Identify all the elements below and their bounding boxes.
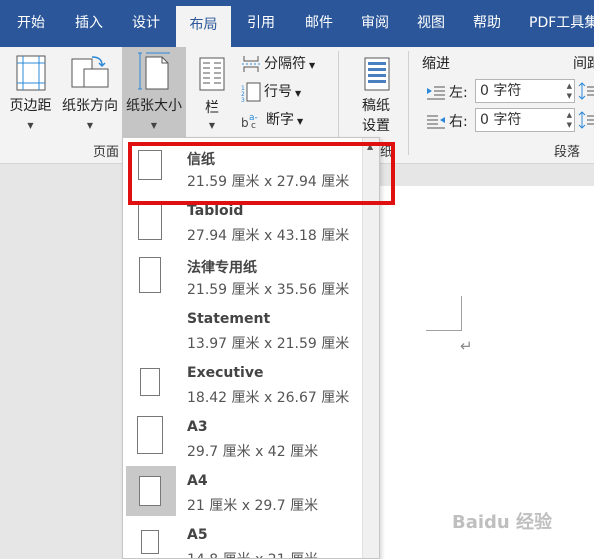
- orientation-button[interactable]: 纸张方向 ▼: [58, 49, 122, 137]
- paper-size-item-a4[interactable]: A4 21 厘米 x 29.7 厘米: [123, 466, 363, 520]
- ribbon-tab-bar: 开始 插入 设计 布局 引用 邮件 审阅 视图 帮助 PDF工具集: [0, 0, 594, 47]
- group-label-page: 页面: [93, 145, 120, 160]
- orientation-icon: [71, 56, 109, 88]
- tab-references[interactable]: 引用: [231, 0, 291, 47]
- paper-size-dimensions: 18.42 厘米 x 26.67 厘米: [187, 390, 350, 406]
- svg-text:c: c: [251, 121, 256, 130]
- right-label-text: 右:: [449, 114, 468, 130]
- chevron-down-icon: ▼: [309, 61, 316, 70]
- paper-size-item-a5[interactable]: A5 14.8 厘米 x 21 厘米: [123, 520, 363, 558]
- margins-icon: [16, 55, 46, 91]
- chevron-down-icon: ▼: [150, 121, 158, 130]
- paper-size-name: A5: [187, 527, 208, 543]
- paper-size-name: A3: [187, 419, 208, 435]
- paper-thumbnail: [138, 202, 162, 240]
- hyphenation-button[interactable]: b a-c 断字 ▼: [241, 109, 303, 130]
- paper-size-item-executive[interactable]: Executive 18.42 厘米 x 26.67 厘米: [123, 358, 363, 412]
- manuscript-icon: [364, 57, 390, 91]
- manuscript-label-2: 设置: [362, 118, 390, 134]
- chevron-down-icon: ▼: [27, 121, 34, 130]
- indent-left-field[interactable]: 0 字符 ▲ ▼: [475, 79, 575, 103]
- manuscript-settings-button[interactable]: 稿纸 设置: [348, 49, 404, 137]
- paper-size-name: A4: [187, 473, 208, 489]
- tab-review[interactable]: 审阅: [347, 0, 403, 47]
- spacing-after-icon: [578, 111, 594, 129]
- line-numbers-label: 行号: [264, 84, 292, 100]
- indent-right-value: 0 字符: [480, 112, 522, 128]
- margin-corner-mark: [461, 296, 462, 331]
- paper-size-dimensions: 14.8 厘米 x 21 厘米: [187, 549, 318, 558]
- margin-corner-mark: [426, 330, 462, 331]
- orientation-label: 纸张方向: [62, 98, 118, 114]
- paper-size-button[interactable]: 纸张大小 ▼: [122, 47, 186, 137]
- paper-size-icon: [138, 52, 170, 90]
- paper-size-dimensions: 13.97 厘米 x 21.59 厘米: [187, 336, 350, 352]
- paper-thumbnail: [141, 530, 159, 554]
- line-numbers-icon: 123: [241, 82, 261, 102]
- tab-insert[interactable]: 插入: [62, 0, 116, 47]
- tab-pdf-tools[interactable]: PDF工具集: [515, 0, 594, 47]
- chevron-down-icon: ▼: [208, 121, 216, 130]
- paper-thumbnail: [137, 416, 163, 454]
- paper-thumbnail: [140, 368, 160, 396]
- highlight-annotation: [128, 142, 395, 205]
- group-divider: [408, 51, 409, 155]
- baidu-watermark: Baidu 经验: [452, 512, 553, 533]
- paper-size-name: Tabloid: [187, 203, 244, 219]
- paper-size-name: Statement: [187, 311, 271, 327]
- tab-view[interactable]: 视图: [403, 0, 459, 47]
- indent-right-icon: [427, 115, 445, 129]
- tab-home[interactable]: 开始: [0, 0, 62, 47]
- indent-title: 缩进: [422, 56, 450, 72]
- paper-size-dimensions: 27.94 厘米 x 43.18 厘米: [187, 228, 350, 244]
- paper-size-dimensions: 21.59 厘米 x 35.56 厘米: [187, 282, 350, 298]
- columns-icon: [199, 57, 225, 91]
- breaks-button[interactable]: 分隔符 ▼: [241, 53, 315, 73]
- indent-left-icon: [427, 86, 445, 100]
- paper-thumbnail: [139, 476, 161, 506]
- paper-size-item-a3[interactable]: A3 29.7 厘米 x 42 厘米: [123, 412, 363, 466]
- line-numbers-button[interactable]: 123 行号 ▼: [241, 81, 301, 102]
- chevron-down-icon: ▼: [86, 121, 94, 130]
- document-page[interactable]: [376, 186, 594, 559]
- spinner-arrows-icon[interactable]: ▲ ▼: [567, 110, 572, 130]
- hyphenation-label: 断字: [266, 112, 294, 128]
- group-label-paragraph: 段落: [554, 145, 581, 160]
- chevron-down-icon: ▼: [297, 117, 304, 126]
- margins-label: 页边距: [9, 98, 52, 114]
- hyphenation-icon: b a-c: [241, 113, 258, 130]
- indent-right-field[interactable]: 0 字符 ▲ ▼: [475, 108, 575, 132]
- left-label-text: 左:: [449, 85, 468, 101]
- paper-size-item-legal[interactable]: 法律专用纸 21.59 厘米 x 35.56 厘米: [123, 250, 363, 304]
- tab-design[interactable]: 设计: [116, 0, 176, 47]
- breaks-icon: [242, 56, 260, 72]
- manuscript-label-1: 稿纸: [362, 98, 390, 114]
- indent-left-value: 0 字符: [480, 83, 522, 99]
- spinner-arrows-icon[interactable]: ▲ ▼: [567, 81, 572, 101]
- svg-text:3: 3: [241, 97, 245, 102]
- paper-size-name: 法律专用纸: [187, 260, 257, 276]
- chevron-down-icon: ▼: [295, 89, 302, 98]
- spacing-title: 间距: [573, 56, 594, 72]
- paper-thumbnail: [139, 257, 161, 293]
- breaks-label: 分隔符: [264, 56, 306, 72]
- paragraph-mark-icon: ↵: [460, 337, 473, 355]
- paper-size-item-statement[interactable]: Statement 13.97 厘米 x 21.59 厘米: [123, 304, 363, 358]
- svg-text:b: b: [241, 116, 249, 130]
- columns-button[interactable]: 栏 ▼: [192, 49, 232, 137]
- tab-layout[interactable]: 布局: [176, 6, 231, 47]
- margins-button[interactable]: 页边距 ▼: [3, 49, 58, 137]
- indent-right-label: 右:: [426, 111, 468, 131]
- paper-size-dimensions: 21 厘米 x 29.7 厘米: [187, 498, 319, 514]
- tab-help[interactable]: 帮助: [459, 0, 515, 47]
- paper-size-name: Executive: [187, 365, 264, 381]
- tab-mailings[interactable]: 邮件: [291, 0, 347, 47]
- indent-left-label: 左:: [426, 82, 468, 102]
- columns-label: 栏: [205, 100, 219, 116]
- paper-size-label: 纸张大小: [126, 98, 182, 114]
- spacing-before-icon: [578, 82, 594, 100]
- paper-size-dimensions: 29.7 厘米 x 42 厘米: [187, 444, 319, 460]
